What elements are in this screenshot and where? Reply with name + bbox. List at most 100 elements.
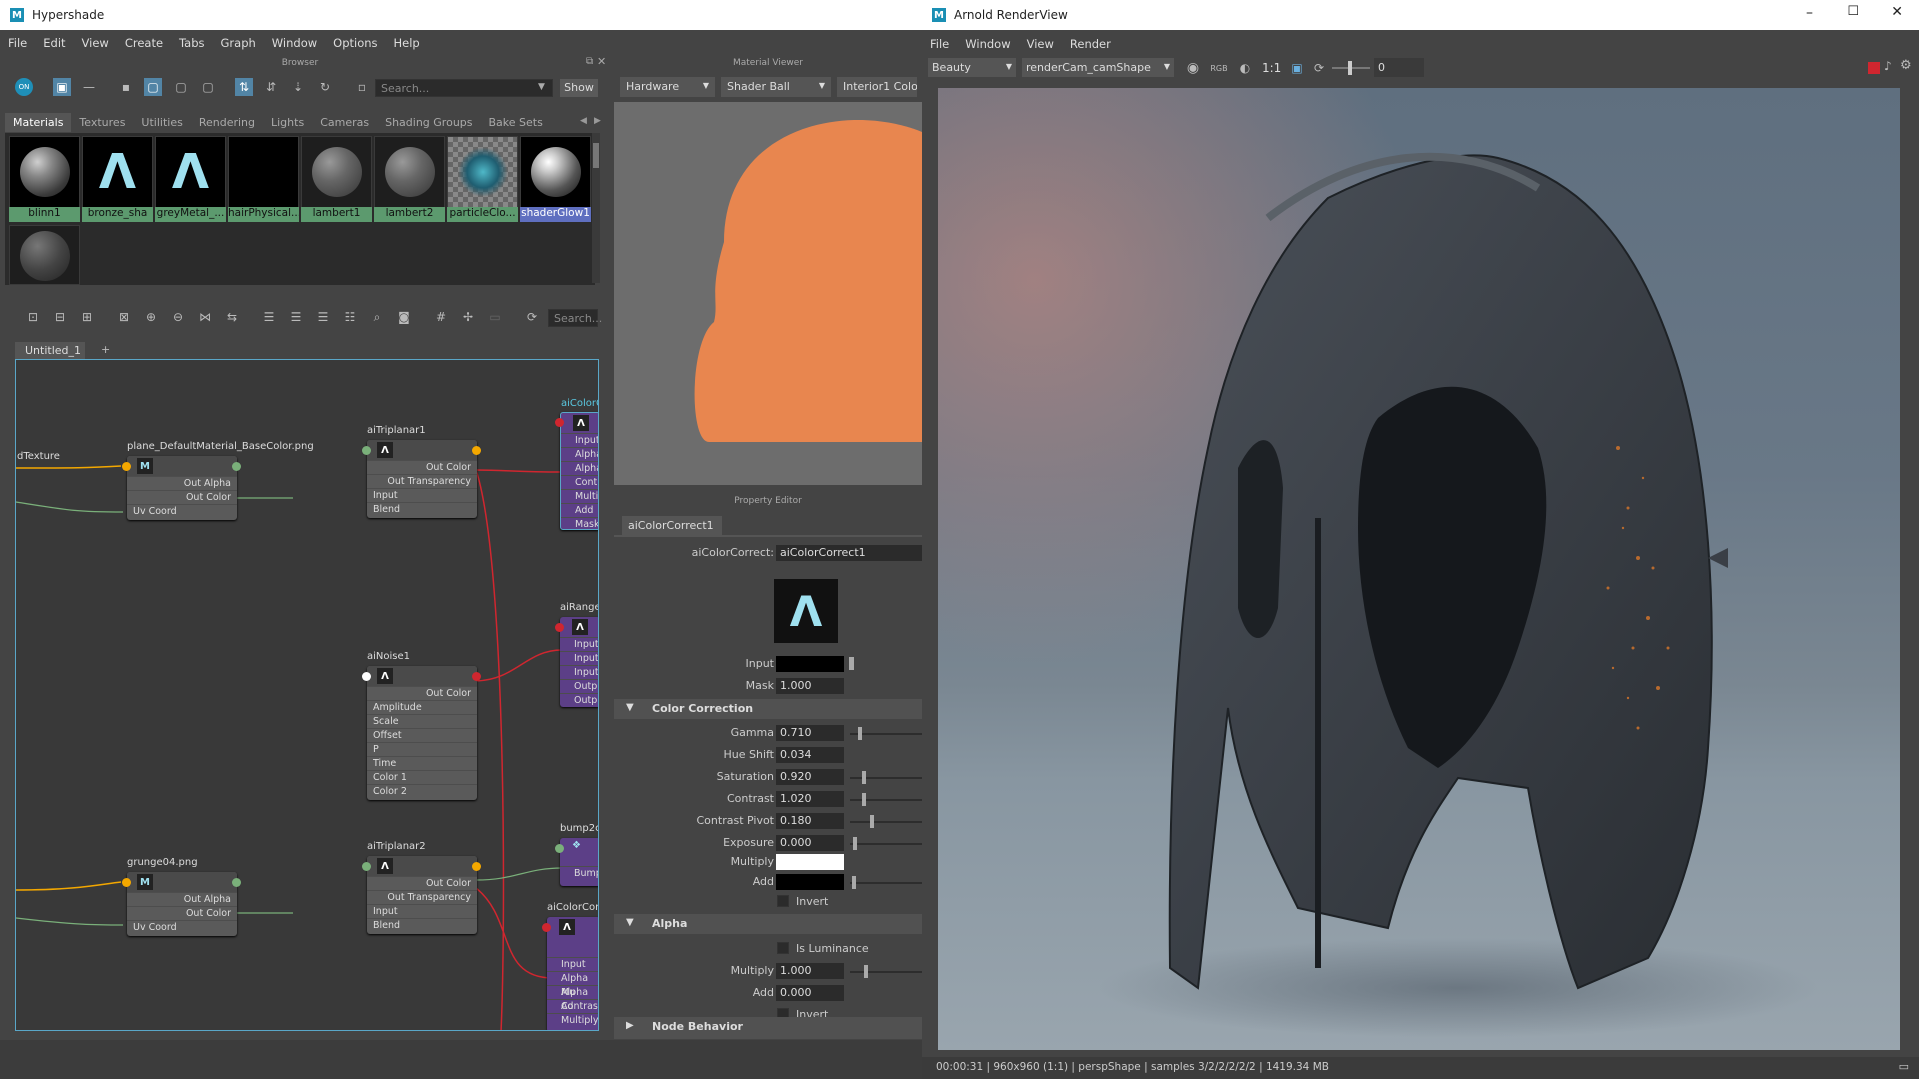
swatch-lambert2[interactable]: lambert2 <box>374 136 445 222</box>
port-input[interactable]: Input <box>560 651 598 665</box>
menu-create[interactable]: Create <box>117 36 171 50</box>
small-icons-icon[interactable]: ▪ <box>117 78 135 96</box>
menu-window[interactable]: Window <box>264 36 325 50</box>
port-out-transparency[interactable]: Out Transparency <box>367 890 477 904</box>
port-input[interactable]: Input <box>560 637 598 651</box>
search-dropdown-icon[interactable]: ▼ <box>538 82 545 92</box>
port-scale[interactable]: Scale <box>367 714 477 728</box>
tab-scroll-right-icon[interactable]: ▶ <box>594 116 601 126</box>
port-offset[interactable]: Offset <box>367 728 477 742</box>
tab-cameras[interactable]: Cameras <box>312 113 377 132</box>
port-out-alpha[interactable]: Out Alpha <box>127 476 237 490</box>
input-color-swatch[interactable] <box>776 656 844 672</box>
cc-slider[interactable] <box>850 793 922 806</box>
render-region-icon[interactable]: ◉ <box>1184 59 1202 77</box>
clear-graph-icon[interactable]: ⊠ <box>115 308 133 326</box>
float-panel-icon[interactable]: ⧉ <box>586 56 593 67</box>
toggle-on-icon[interactable]: ON <box>15 78 33 96</box>
node-ainoise1[interactable]: aiNoise1 Λ Out Color Amplitude Scale Off… <box>367 651 477 800</box>
node-aitriplanar1[interactable]: aiTriplanar1 Λ Out Color Out Transparenc… <box>367 425 477 518</box>
port-dot[interactable] <box>472 672 481 681</box>
refresh-icon[interactable]: ↻ <box>316 78 334 96</box>
renderer-dropdown[interactable]: Hardware ▼ <box>620 77 715 97</box>
settings-gear-icon[interactable]: ⚙ <box>1900 58 1912 73</box>
rearrange-icon[interactable]: ⋈ <box>196 308 214 326</box>
node-bump2d[interactable]: bump2c ❖ Bump <box>560 823 598 886</box>
section-alpha[interactable]: ▼ Alpha <box>614 914 922 934</box>
menu-file[interactable]: File <box>0 36 35 50</box>
tab-bake-sets[interactable]: Bake Sets <box>481 113 551 132</box>
port-dot[interactable] <box>542 923 551 932</box>
graph-refresh-icon[interactable]: ⟳ <box>523 308 541 326</box>
swatch-particlecloud[interactable]: particleClo... <box>447 136 518 222</box>
swatch-greymetal[interactable]: Λ greyMetal_... <box>155 136 226 222</box>
cc-field[interactable]: 0.000 <box>776 835 844 851</box>
maximize-icon[interactable]: ☐ <box>1847 4 1859 19</box>
full-view-icon[interactable]: ☰ <box>314 308 332 326</box>
output-connections-icon[interactable]: ⊞ <box>78 308 96 326</box>
cc-slider[interactable] <box>850 837 922 850</box>
node-airange[interactable]: aiRange Λ Input Input Input Outpu Outpu <box>560 602 598 707</box>
tab-lights[interactable]: Lights <box>263 113 312 132</box>
alpha-add-field[interactable]: 0.000 <box>776 985 844 1001</box>
swatch-hairphysical[interactable]: hairPhysical... <box>228 136 299 222</box>
cc-field[interactable]: 0.034 <box>776 747 844 763</box>
port-dot[interactable] <box>555 844 564 853</box>
port-dot[interactable] <box>232 462 241 471</box>
cc-slider[interactable] <box>850 815 922 828</box>
port-dot[interactable] <box>555 623 564 632</box>
port-add[interactable]: Add <box>561 503 598 517</box>
port-input[interactable]: Input <box>367 904 477 918</box>
swatch-scrollbar[interactable] <box>592 133 600 283</box>
port-output[interactable]: Outpu <box>560 693 598 707</box>
port-amplitude[interactable]: Amplitude <box>367 700 477 714</box>
section-color-correction[interactable]: ▼ Color Correction <box>614 699 922 719</box>
tab-textures[interactable]: Textures <box>71 113 133 132</box>
sort-name-icon[interactable]: ⇅ <box>235 78 253 96</box>
port-time[interactable]: Time <box>367 756 477 770</box>
material-viewer[interactable] <box>614 102 922 485</box>
swatch-unnamed[interactable] <box>9 225 80 285</box>
environment-dropdown[interactable]: Interior1 Colo <box>837 77 917 97</box>
port-dot[interactable] <box>232 878 241 887</box>
exposure-slider[interactable] <box>1332 61 1370 75</box>
show-button[interactable]: Show <box>560 79 598 97</box>
rv-menu-render[interactable]: Render <box>1062 37 1119 51</box>
node-aitriplanar2[interactable]: aiTriplanar2 Λ Out Color Out Transparenc… <box>367 841 477 934</box>
cc-field[interactable]: 0.710 <box>776 725 844 741</box>
swatch-shaderglow1[interactable]: shaderGlow1 <box>520 136 591 222</box>
port-input[interactable]: Input <box>367 488 477 502</box>
pin-icon[interactable]: ▭ <box>486 308 504 326</box>
remove-from-graph-icon[interactable]: ⊖ <box>169 308 187 326</box>
node-plane-basecolor[interactable]: plane_DefaultMaterial_BaseColor.png M Ou… <box>127 441 314 520</box>
port-multiply[interactable]: Multiply <box>547 1013 598 1027</box>
node-name-field[interactable]: aiColorCorrect1 <box>776 545 922 561</box>
port-input[interactable]: Input <box>547 957 598 971</box>
property-tab[interactable]: aiColorCorrect1 <box>622 516 722 535</box>
input-connections-icon[interactable]: ⊡ <box>24 308 42 326</box>
graph-search-input[interactable]: Search... <box>548 309 602 327</box>
rv-menu-window[interactable]: Window <box>957 37 1018 51</box>
is-luminance-checkbox[interactable] <box>777 942 789 954</box>
port-blend[interactable]: Blend <box>367 918 477 932</box>
rgb-channel-icon[interactable]: RGB <box>1210 59 1228 77</box>
port-input[interactable]: Input <box>561 433 598 447</box>
tab-shading-groups[interactable]: Shading Groups <box>377 113 480 132</box>
port-out-color[interactable]: Out Color <box>367 460 477 474</box>
rv-menu-view[interactable]: View <box>1019 37 1062 51</box>
add-slider[interactable] <box>850 876 922 889</box>
menu-edit[interactable]: Edit <box>35 36 73 50</box>
node-aicolorcorrect-bottom[interactable]: aiColorCor Λ Input Alpha Mu Alpha Ad Con… <box>547 902 598 1030</box>
swatch-view-icon[interactable]: ▣ <box>53 78 71 96</box>
exposure-field[interactable]: 0 <box>1374 58 1424 77</box>
port-out-color[interactable]: Out Color <box>127 490 237 504</box>
close-icon[interactable]: ✕ <box>1891 4 1903 20</box>
filter-icon[interactable]: ▫ <box>353 78 371 96</box>
port-dot[interactable] <box>362 446 371 455</box>
add-color-swatch[interactable] <box>776 874 844 890</box>
render-image[interactable] <box>938 88 1900 1050</box>
browser-search-input[interactable]: Search... <box>375 79 553 97</box>
tab-utilities[interactable]: Utilities <box>133 113 190 132</box>
port-output[interactable]: Outpu <box>560 679 598 693</box>
swatch-blinn1[interactable]: blinn1 <box>9 136 80 222</box>
